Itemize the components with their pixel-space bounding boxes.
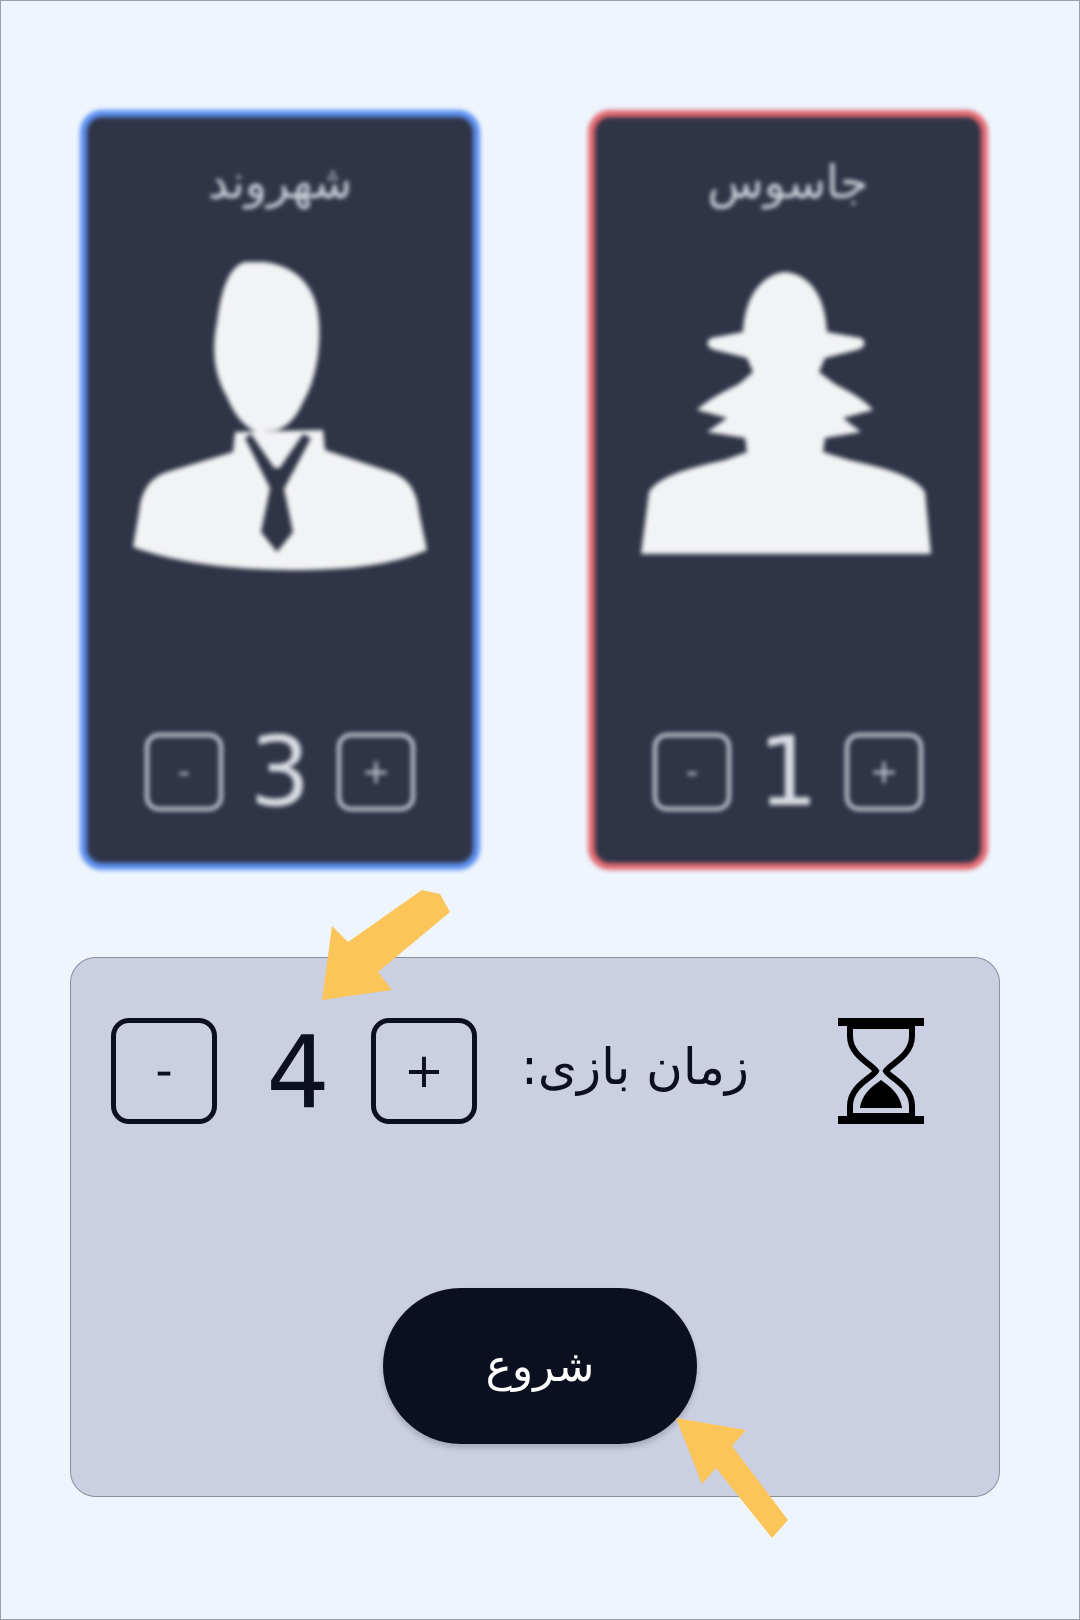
pointer-arrow-icon: [676, 1418, 788, 1538]
spy-card: جاسوس - 1 +: [588, 110, 988, 870]
spy-increment-button[interactable]: +: [845, 733, 923, 811]
spy-counter: - 1 +: [595, 716, 981, 828]
time-decrement-button[interactable]: -: [111, 1018, 217, 1124]
citizen-decrement-button[interactable]: -: [145, 733, 223, 811]
time-value: 4: [266, 1014, 330, 1131]
start-button[interactable]: شروع: [383, 1288, 697, 1444]
citizen-increment-button[interactable]: +: [337, 733, 415, 811]
hourglass-icon: [838, 1018, 924, 1124]
spy-decrement-button[interactable]: -: [653, 733, 731, 811]
citizen-silhouette-icon: [133, 262, 427, 571]
citizen-counter: - 3 +: [87, 716, 473, 828]
time-increment-button[interactable]: +: [371, 1018, 477, 1124]
pointer-arrow-icon: [322, 890, 450, 1000]
citizen-count: 3: [249, 716, 311, 828]
spy-count: 1: [757, 716, 819, 828]
citizen-card: شهروند - 3 +: [80, 110, 480, 870]
time-label: زمان بازی:: [521, 1038, 750, 1096]
spy-silhouette-icon: [641, 272, 931, 554]
spy-card-title: جاسوس: [707, 155, 869, 209]
game-settings-panel: - 4 + زمان بازی: شروع: [70, 957, 1000, 1497]
citizen-card-title: شهروند: [207, 155, 353, 209]
